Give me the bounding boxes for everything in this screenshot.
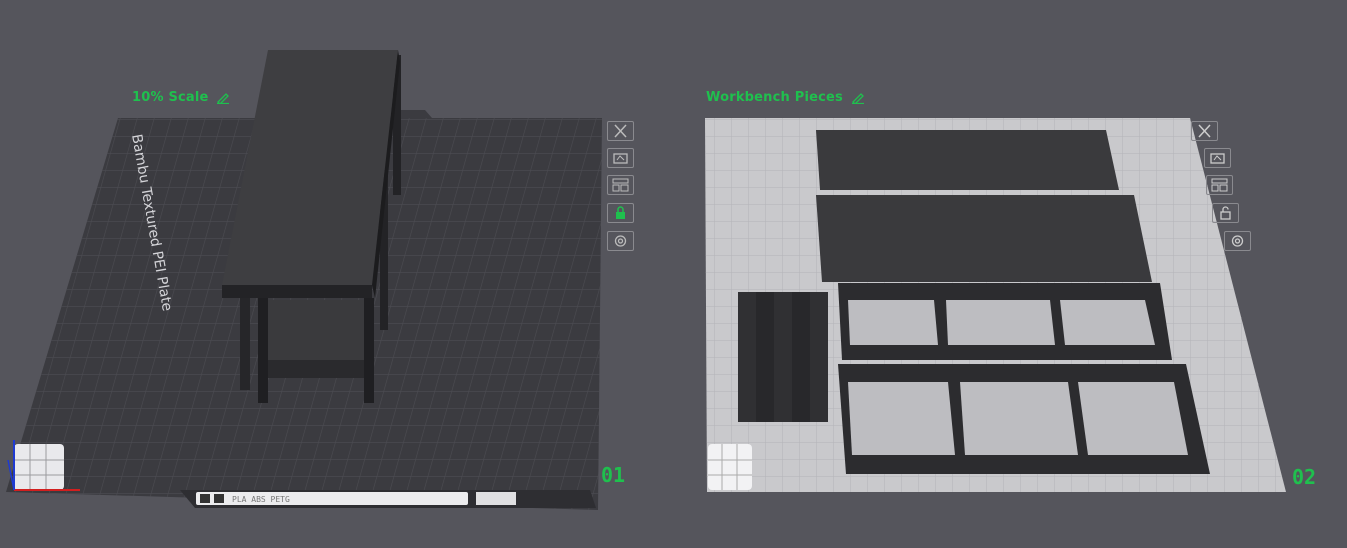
- settings-icon: [614, 235, 627, 247]
- close-icon: [1198, 124, 1211, 138]
- plate-1-canvas[interactable]: Bambu Textured PEI Plate PLA ABS PETG: [0, 0, 640, 548]
- auto-orient-icon: [613, 153, 628, 164]
- settings-icon: [1231, 235, 1244, 247]
- unlock-icon: [1220, 206, 1231, 220]
- filament-strip: PLA ABS PETG: [232, 495, 290, 504]
- lock-plate-button[interactable]: [607, 203, 634, 223]
- edit-pencil-icon[interactable]: [216, 92, 230, 104]
- arrange-icon: [1211, 178, 1228, 192]
- arrange-icon: [612, 178, 629, 192]
- build-plate-2: [705, 118, 1286, 492]
- plate-1-name-text: 10% Scale: [132, 90, 209, 105]
- lock-icon: [616, 206, 625, 219]
- lock-plate-button[interactable]: [1212, 203, 1239, 223]
- edit-pencil-icon[interactable]: [851, 92, 865, 104]
- plate-2-name-text: Workbench Pieces: [706, 90, 843, 105]
- delete-plate-button[interactable]: [1191, 121, 1218, 141]
- auto-orient-button[interactable]: [607, 148, 634, 168]
- plate-1-name[interactable]: 10% Scale: [132, 90, 230, 105]
- auto-orient-button[interactable]: [1204, 148, 1231, 168]
- auto-orient-icon: [1210, 153, 1225, 164]
- close-icon: [614, 124, 627, 138]
- delete-plate-button[interactable]: [607, 121, 634, 141]
- plate-settings-button[interactable]: [607, 231, 634, 251]
- arrange-button[interactable]: [1206, 175, 1233, 195]
- plate-settings-button[interactable]: [1224, 231, 1251, 251]
- plate-1-number: 01: [601, 463, 626, 487]
- plate-2-name[interactable]: Workbench Pieces: [706, 90, 865, 105]
- origin-marker-2: [708, 444, 752, 490]
- arrange-button[interactable]: [607, 175, 634, 195]
- workbench-parts[interactable]: [738, 130, 1210, 474]
- origin-marker: [14, 444, 64, 490]
- plate-2-number: 02: [1292, 465, 1317, 489]
